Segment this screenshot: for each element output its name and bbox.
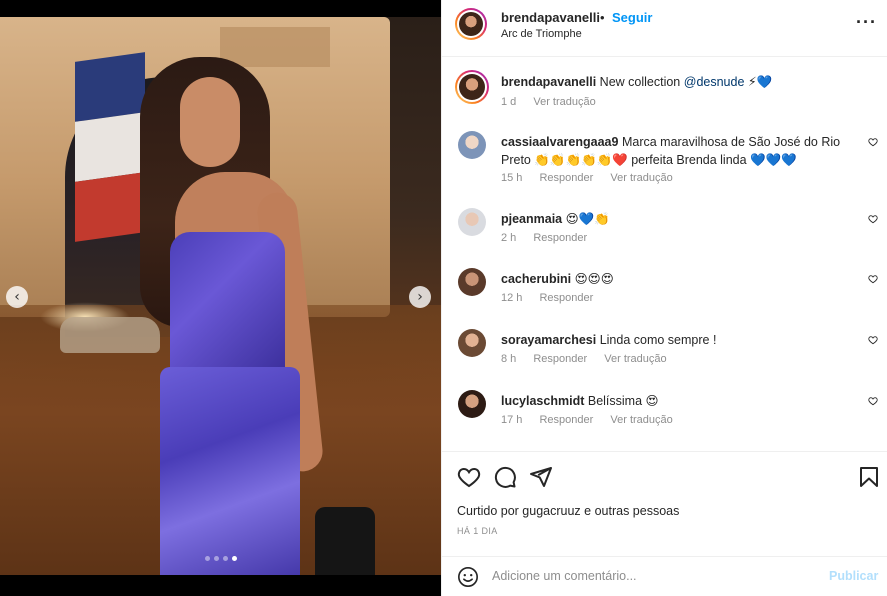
save-bookmark-icon[interactable] <box>857 465 881 489</box>
add-comment-input[interactable] <box>492 569 812 583</box>
caption-text: New collection <box>599 75 681 89</box>
post-header: brendapavanelli • Seguir Arc de Triomphe… <box>442 0 887 57</box>
emoji-icon[interactable] <box>457 566 479 588</box>
commenter-avatar[interactable] <box>458 131 486 159</box>
like-comment-heart-icon[interactable] <box>868 335 878 345</box>
commenter-avatar[interactable] <box>458 208 486 236</box>
location-link[interactable]: Arc de Triomphe <box>501 28 582 40</box>
carousel-dot <box>213 556 219 561</box>
comment-bubble-icon[interactable] <box>493 465 517 489</box>
comments-list[interactable]: brendapavanelli New collection @desnude … <box>442 57 887 451</box>
chevron-right-icon: › <box>417 289 423 305</box>
comment-text: 😍💙👏 <box>565 212 610 226</box>
like-comment-heart-icon[interactable] <box>868 274 878 284</box>
follow-button[interactable]: Seguir <box>612 10 652 25</box>
publish-button[interactable]: Publicar <box>829 569 878 583</box>
like-comment-heart-icon[interactable] <box>868 396 878 406</box>
carousel-dot <box>222 556 228 561</box>
likes-summary[interactable]: Curtido por gugacruuz e outras pessoas <box>457 504 679 518</box>
like-comment-heart-icon[interactable] <box>868 214 878 224</box>
carousel-indicator <box>0 556 441 561</box>
reply-link[interactable]: Responder <box>539 292 593 304</box>
caption-username[interactable]: brendapavanelli <box>501 75 596 89</box>
comment-username[interactable]: sorayamarchesi <box>501 333 596 347</box>
translate-link[interactable]: Ver tradução <box>610 172 672 184</box>
caption-emojis: ⚡💙 <box>747 75 773 89</box>
carousel-prev-button[interactable]: ‹ <box>6 286 28 308</box>
comment-time: 12 h <box>501 292 523 304</box>
caption-author-avatar[interactable] <box>455 70 489 104</box>
comment-username[interactable]: cassiaalvarengaaa9 <box>501 135 618 149</box>
carousel-dot <box>204 556 210 561</box>
comment-time: 15 h <box>501 172 523 184</box>
chevron-left-icon: ‹ <box>14 289 20 305</box>
reply-link[interactable]: Responder <box>539 414 593 426</box>
caption-time: 1 d <box>501 96 517 108</box>
caption-translate-link[interactable]: Ver tradução <box>533 96 595 108</box>
post-details-panel: brendapavanelli • Seguir Arc de Triomphe… <box>441 0 887 596</box>
model-figure-illustration <box>120 57 375 575</box>
carousel-next-button[interactable]: › <box>409 286 431 308</box>
reply-link[interactable]: Responder <box>533 232 587 244</box>
instagram-post-modal: ‹ › brendapavanelli • Seguir Arc de Trio… <box>0 0 887 596</box>
post-photo <box>0 17 441 575</box>
like-comment-heart-icon[interactable] <box>868 137 878 147</box>
reply-link[interactable]: Responder <box>533 353 587 365</box>
commenter-avatar[interactable] <box>458 390 486 418</box>
share-paper-plane-icon[interactable] <box>529 465 553 489</box>
add-comment-row: Publicar <box>442 556 887 596</box>
caption-mention-link[interactable]: @desnude <box>684 75 745 89</box>
post-timestamp: HÁ 1 DIA <box>457 526 498 536</box>
comment-username[interactable]: lucylaschmidt <box>501 394 584 408</box>
carousel-dot <box>231 556 237 561</box>
commenter-avatar[interactable] <box>458 329 486 357</box>
comment-text: Belíssima 😍 <box>587 394 659 408</box>
translate-link[interactable]: Ver tradução <box>604 353 666 365</box>
like-heart-icon[interactable] <box>457 465 481 489</box>
post-actions: Curtido por gugacruuz e outras pessoas H… <box>442 451 887 596</box>
author-avatar[interactable] <box>455 8 487 40</box>
comment-username[interactable]: pjeanmaia <box>501 212 562 226</box>
post-media-carousel[interactable]: ‹ › <box>0 0 441 596</box>
comment-time: 8 h <box>501 353 517 365</box>
comment-text: 😍😍😍 <box>574 272 614 286</box>
reply-link[interactable]: Responder <box>539 172 593 184</box>
author-username[interactable]: brendapavanelli <box>501 10 600 25</box>
comment-text: Linda como sempre ! <box>599 333 717 347</box>
commenter-avatar[interactable] <box>458 268 486 296</box>
comment-username[interactable]: cacherubini <box>501 272 571 286</box>
more-options-icon[interactable]: ··· <box>856 12 877 33</box>
comment-time: 17 h <box>501 414 523 426</box>
translate-link[interactable]: Ver tradução <box>610 414 672 426</box>
comment-time: 2 h <box>501 232 517 244</box>
separator-dot: • <box>600 10 605 25</box>
